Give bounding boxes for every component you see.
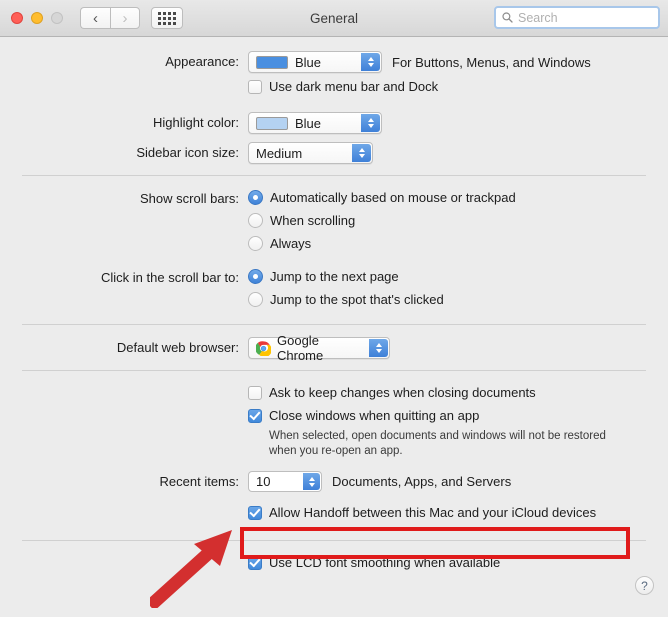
checkbox-icon xyxy=(248,556,262,570)
option-label: Always xyxy=(270,236,312,251)
handoff-checkbox[interactable]: Allow Handoff between this Mac and your … xyxy=(248,503,596,523)
show-all-grid-icon xyxy=(158,11,176,25)
show-all-button[interactable] xyxy=(151,7,183,29)
dark-menu-row: Use dark menu bar and Dock xyxy=(0,77,668,100)
divider xyxy=(22,324,646,325)
divider xyxy=(22,175,646,176)
show-scroll-bars-label: Show scroll bars: xyxy=(140,191,239,206)
radio-icon xyxy=(248,190,263,205)
close-windows-checkbox[interactable]: Close windows when quitting an app xyxy=(248,406,650,426)
handoff-row: Allow Handoff between this Mac and your … xyxy=(0,503,668,526)
default-browser-value: Google Chrome xyxy=(277,333,324,363)
window-titlebar: ‹ › General xyxy=(0,0,668,37)
appearance-hint: For Buttons, Menus, and Windows xyxy=(392,54,591,70)
scroll-click-option-next-page[interactable]: Jump to the next page xyxy=(248,267,650,287)
option-label: Jump to the spot that's clicked xyxy=(270,292,444,307)
default-browser-row: Default web browser: Google Chrome xyxy=(0,333,668,363)
search-field[interactable] xyxy=(494,6,660,29)
highlight-color-swatch xyxy=(256,116,288,130)
close-button-icon[interactable] xyxy=(11,12,23,24)
default-browser-label: Default web browser: xyxy=(116,340,239,355)
popup-arrows-icon xyxy=(361,114,380,132)
appearance-color-swatch xyxy=(256,55,288,69)
close-windows-label: Close windows when quitting an app xyxy=(269,408,480,423)
google-chrome-icon xyxy=(256,340,271,356)
zoom-button-icon xyxy=(51,12,63,24)
help-button[interactable]: ? xyxy=(635,576,654,595)
scroll-bar-click-label: Click in the scroll bar to: xyxy=(101,270,239,285)
lcd-smoothing-checkbox[interactable]: Use LCD font smoothing when available xyxy=(248,553,500,573)
chevron-right-icon: › xyxy=(122,9,128,27)
lcd-smoothing-row: Use LCD font smoothing when available xyxy=(0,553,668,576)
forward-button[interactable]: › xyxy=(110,7,140,29)
option-label: Jump to the next page xyxy=(270,269,399,284)
recent-items-row: Recent items: 10 Documents, Apps, and Se… xyxy=(0,471,668,493)
dark-menu-checkbox[interactable]: Use dark menu bar and Dock xyxy=(248,77,438,97)
checkbox-icon xyxy=(248,386,262,400)
radio-icon xyxy=(248,269,263,284)
sidebar-icon-size-label: Sidebar icon size: xyxy=(136,145,239,160)
option-label: Automatically based on mouse or trackpad xyxy=(270,190,516,205)
popup-arrows-icon xyxy=(361,53,380,71)
sidebar-icon-size-row: Sidebar icon size: Medium xyxy=(0,142,668,164)
checkbox-icon xyxy=(248,80,262,94)
traffic-lights xyxy=(11,12,63,24)
checkbox-icon xyxy=(248,506,262,520)
scroll-bars-option-when-scrolling[interactable]: When scrolling xyxy=(248,211,650,231)
stepper-arrows-icon xyxy=(303,473,320,490)
radio-icon xyxy=(248,236,263,251)
documents-options-row: Ask to keep changes when closing documen… xyxy=(0,383,668,459)
scroll-bars-option-always[interactable]: Always xyxy=(248,234,650,254)
chevron-left-icon: ‹ xyxy=(93,9,98,27)
preferences-content: Appearance: Blue For Buttons, Menus, and… xyxy=(0,37,668,576)
minimize-button-icon[interactable] xyxy=(31,12,43,24)
show-scroll-bars-row: Show scroll bars: Automatically based on… xyxy=(0,188,668,257)
scroll-bars-option-auto[interactable]: Automatically based on mouse or trackpad xyxy=(248,188,650,208)
highlight-color-popup-button[interactable]: Blue xyxy=(248,112,382,134)
handoff-label: Allow Handoff between this Mac and your … xyxy=(269,505,597,520)
search-icon xyxy=(502,12,513,23)
back-button[interactable]: ‹ xyxy=(80,7,110,29)
question-mark-icon: ? xyxy=(641,578,648,593)
popup-arrows-icon xyxy=(352,144,371,162)
lcd-smoothing-label: Use LCD font smoothing when available xyxy=(269,555,501,570)
highlight-color-row: Highlight color: Blue xyxy=(0,112,668,134)
popup-arrows-icon xyxy=(369,339,388,357)
appearance-label: Appearance: xyxy=(165,54,239,69)
recent-items-value: 10 xyxy=(256,474,271,489)
scroll-bar-click-row: Click in the scroll bar to: Jump to the … xyxy=(0,267,668,313)
highlight-color-label: Highlight color: xyxy=(153,115,239,130)
appearance-row: Appearance: Blue For Buttons, Menus, and… xyxy=(0,51,668,73)
ask-keep-changes-checkbox[interactable]: Ask to keep changes when closing documen… xyxy=(248,383,650,403)
appearance-popup-button[interactable]: Blue xyxy=(248,51,382,73)
dark-menu-label: Use dark menu bar and Dock xyxy=(269,79,439,94)
highlight-color-value: Blue xyxy=(295,115,322,131)
divider xyxy=(22,540,646,541)
close-windows-note: When selected, open documents and window… xyxy=(269,430,606,457)
search-input[interactable] xyxy=(518,10,652,25)
appearance-value: Blue xyxy=(295,54,322,70)
recent-items-label: Recent items: xyxy=(159,474,239,489)
divider xyxy=(22,370,646,371)
option-label: When scrolling xyxy=(270,213,356,228)
recent-items-stepper[interactable]: 10 xyxy=(248,471,322,492)
scroll-click-option-spot-clicked[interactable]: Jump to the spot that's clicked xyxy=(248,290,650,310)
sidebar-icon-size-popup-button[interactable]: Medium xyxy=(248,142,373,164)
checkbox-icon xyxy=(248,409,262,423)
system-preferences-window: ‹ › General Appearance: xyxy=(0,0,668,617)
recent-items-hint: Documents, Apps, and Servers xyxy=(332,474,512,489)
radio-icon xyxy=(248,292,263,307)
navigation-buttons: ‹ › xyxy=(80,7,140,29)
radio-icon xyxy=(248,213,263,228)
sidebar-icon-size-value: Medium xyxy=(256,145,303,161)
default-browser-popup-button[interactable]: Google Chrome xyxy=(248,333,390,363)
ask-keep-changes-label: Ask to keep changes when closing documen… xyxy=(269,385,536,400)
